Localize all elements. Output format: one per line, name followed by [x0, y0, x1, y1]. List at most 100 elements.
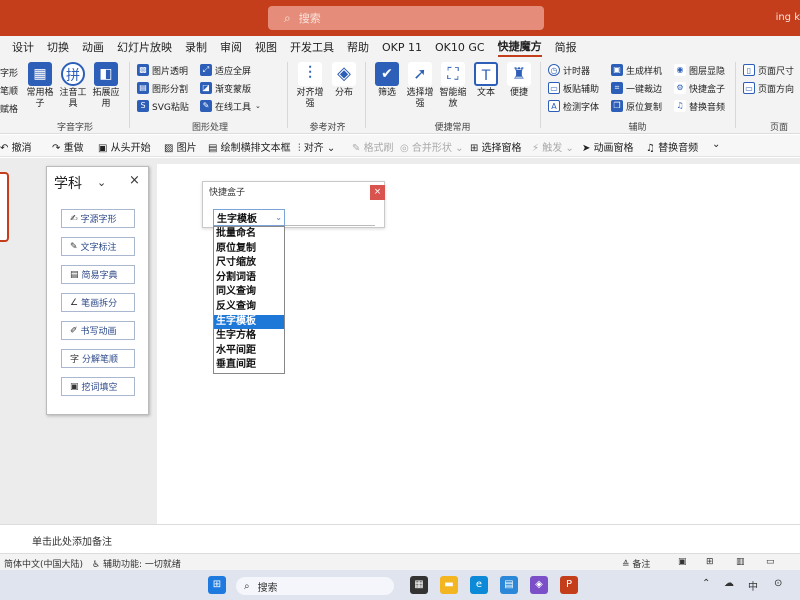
- tab-quick-magic[interactable]: 快捷魔方: [497, 38, 542, 57]
- quick-box-button[interactable]: ⚙ 快捷盒子: [674, 80, 725, 96]
- dropdown-option[interactable]: 尺寸缩放: [214, 256, 284, 271]
- dropdown-option-selected[interactable]: 生字模板: [214, 314, 284, 330]
- cloud-icon[interactable]: ☁: [724, 578, 734, 589]
- tab-animations[interactable]: 动画: [82, 39, 104, 55]
- tab-developer[interactable]: 开发工具: [290, 39, 334, 55]
- svg-paste-button[interactable]: S SVG粘贴: [137, 98, 189, 114]
- gen-mockup-button[interactable]: ▣ 生成样机: [611, 62, 662, 78]
- align-enhance-button[interactable]: ⫶ 对齐增强: [296, 62, 324, 110]
- shape-split-button[interactable]: ▤ 图形分割: [137, 80, 188, 96]
- distribute-button[interactable]: ◈ 分布: [330, 62, 358, 99]
- powerpoint-icon[interactable]: P: [560, 576, 578, 594]
- align-button[interactable]: ⫶ 对齐 ⌄: [298, 139, 335, 154]
- layer-visibility-button[interactable]: ◉ 图层显隐: [674, 62, 725, 78]
- extend-app-button[interactable]: ◧ 拓展应用: [92, 62, 120, 110]
- fill-blank-button[interactable]: ▣ 挖词填空: [61, 377, 135, 396]
- customize-qat-button[interactable]: ⌄: [712, 139, 720, 150]
- tool-select-combobox[interactable]: 生字模板 ⌄: [213, 209, 285, 226]
- stroke-order-button[interactable]: 字分解笔顺: [61, 349, 135, 368]
- close-icon[interactable]: ×: [129, 173, 140, 188]
- timer-button[interactable]: ◷ 计时器: [548, 62, 590, 78]
- tab-transitions[interactable]: 切换: [47, 39, 69, 55]
- slide-sorter-button[interactable]: ⊞: [706, 557, 714, 567]
- tab-view[interactable]: 视图: [255, 39, 277, 55]
- animation-pane-button[interactable]: ➤ 动画窗格: [582, 139, 634, 154]
- normal-view-button[interactable]: ▣: [678, 557, 687, 567]
- auto-crop-button[interactable]: ⌗ 一键裁边: [611, 80, 662, 96]
- char-origin-button[interactable]: ✍ 字源字形: [61, 209, 135, 228]
- chevron-down-icon[interactable]: ⌄: [275, 213, 282, 222]
- trigger-button[interactable]: ⚡ 触发 ⌄: [532, 139, 574, 154]
- pinyin-tool-button[interactable]: 拼注音工具: [59, 62, 87, 110]
- fit-fullscreen-button[interactable]: ⤢ 适应全屏: [200, 62, 251, 78]
- edge-icon[interactable]: e: [470, 576, 488, 594]
- ribbon-bishun[interactable]: 笔顺: [0, 82, 18, 98]
- simple-dict-button[interactable]: ▤ 简易字典: [61, 265, 135, 284]
- slide-thumbnail[interactable]: [0, 172, 9, 242]
- account-name[interactable]: ing k: [776, 12, 800, 23]
- tab-design[interactable]: 设计: [12, 39, 34, 55]
- tab-okp11[interactable]: OKP 11: [382, 41, 422, 54]
- dropdown-option[interactable]: 反义查询: [214, 300, 284, 315]
- ribbon-zixing[interactable]: 字形: [0, 64, 18, 80]
- smart-zoom-button[interactable]: ⛶ 智能缩放: [439, 62, 467, 110]
- dropdown-option[interactable]: 同义查询: [214, 285, 284, 300]
- online-tools-button[interactable]: ✎ 在线工具 ⌄: [200, 98, 261, 114]
- replace-audio-qat-button[interactable]: ♫ 替换音频: [646, 139, 698, 154]
- in-place-copy-button[interactable]: ❐ 原位复制: [611, 98, 662, 114]
- ime-mode-icon[interactable]: ⊙: [774, 578, 782, 589]
- ribbon-fuge[interactable]: 赋格: [0, 100, 18, 116]
- dropdown-option[interactable]: 水平间距: [214, 344, 284, 359]
- dropdown-option[interactable]: 原位复制: [214, 242, 284, 257]
- dropdown-option[interactable]: 分割词语: [214, 271, 284, 286]
- windows-start-icon[interactable]: ⊞: [208, 576, 226, 594]
- tab-ok10gc[interactable]: OK10 GC: [435, 41, 485, 54]
- picture-button[interactable]: ▨ 图片: [164, 139, 197, 154]
- filter-button[interactable]: ✔ 筛选: [373, 62, 401, 99]
- title-search-box[interactable]: ⌕ 搜索: [268, 6, 544, 30]
- slideshow-view-button[interactable]: ▭: [766, 557, 775, 567]
- detect-font-button[interactable]: A 检测字体: [548, 98, 599, 114]
- from-start-button[interactable]: ▣ 从头开始: [98, 139, 151, 154]
- reading-view-button[interactable]: ▥: [736, 557, 745, 567]
- common-grid-button[interactable]: ▦ 常用格子: [26, 62, 54, 110]
- notes-toggle-button[interactable]: ≙ 备注: [622, 557, 650, 570]
- tab-help[interactable]: 帮助: [347, 39, 369, 55]
- close-icon[interactable]: ×: [370, 185, 385, 200]
- format-painter-button[interactable]: ✎ 格式刷: [352, 139, 394, 154]
- select-enhance-button[interactable]: ➚ 选择增强: [406, 62, 434, 110]
- accessibility-status[interactable]: ♿ 辅助功能: 一切就绪: [92, 557, 181, 570]
- writing-animation-button[interactable]: ✐ 书写动画: [61, 321, 135, 340]
- text-button[interactable]: T 文本: [472, 62, 500, 99]
- merge-shapes-button[interactable]: ◎ 合并形状 ⌄: [400, 139, 463, 154]
- draw-textbox-button[interactable]: ▤ 绘制横排文本框: [208, 139, 291, 154]
- dropdown-option[interactable]: 垂直间距: [214, 358, 284, 373]
- dropdown-option[interactable]: 批量命名: [214, 227, 284, 242]
- page-orientation-button[interactable]: ▭ 页面方向: [743, 80, 794, 96]
- visual-studio-icon[interactable]: ◈: [530, 576, 548, 594]
- text-annotate-button[interactable]: ✎ 文字标注: [61, 237, 135, 256]
- replace-audio-button[interactable]: ♫ 替换音频: [674, 98, 725, 114]
- convenient-button[interactable]: ♜ 便捷: [505, 62, 533, 99]
- tab-record[interactable]: 录制: [185, 39, 207, 55]
- chevron-up-icon[interactable]: ⌃: [702, 578, 710, 589]
- selection-pane-button[interactable]: ⊞ 选择窗格: [470, 139, 522, 154]
- store-icon[interactable]: ▤: [500, 576, 518, 594]
- board-assist-button[interactable]: ▭ 板贴辅助: [548, 80, 599, 96]
- tab-slideshow[interactable]: 幻灯片放映: [117, 39, 172, 55]
- notes-pane[interactable]: 单击此处添加备注: [0, 524, 800, 553]
- taskbar-search[interactable]: ⌕ 搜索: [236, 577, 394, 595]
- language-status[interactable]: 简体中文(中国大陆): [4, 557, 83, 570]
- file-explorer-icon[interactable]: ▬: [440, 576, 458, 594]
- ime-indicator[interactable]: 中: [748, 578, 758, 593]
- tab-review[interactable]: 审阅: [220, 39, 242, 55]
- redo-button[interactable]: ↷ 重做: [52, 139, 84, 154]
- image-transparent-button[interactable]: ▩ 图片透明: [137, 62, 188, 78]
- tab-brief[interactable]: 简报: [555, 39, 577, 55]
- chevron-down-icon[interactable]: ⌄: [97, 176, 106, 189]
- gradient-mask-button[interactable]: ◪ 渐变蒙版: [200, 80, 251, 96]
- page-size-button[interactable]: ▯ 页面尺寸: [743, 62, 794, 78]
- stroke-split-button[interactable]: ∠ 笔画拆分: [61, 293, 135, 312]
- taskview-icon[interactable]: ▦: [410, 576, 428, 594]
- dropdown-option[interactable]: 生字方格: [214, 329, 284, 344]
